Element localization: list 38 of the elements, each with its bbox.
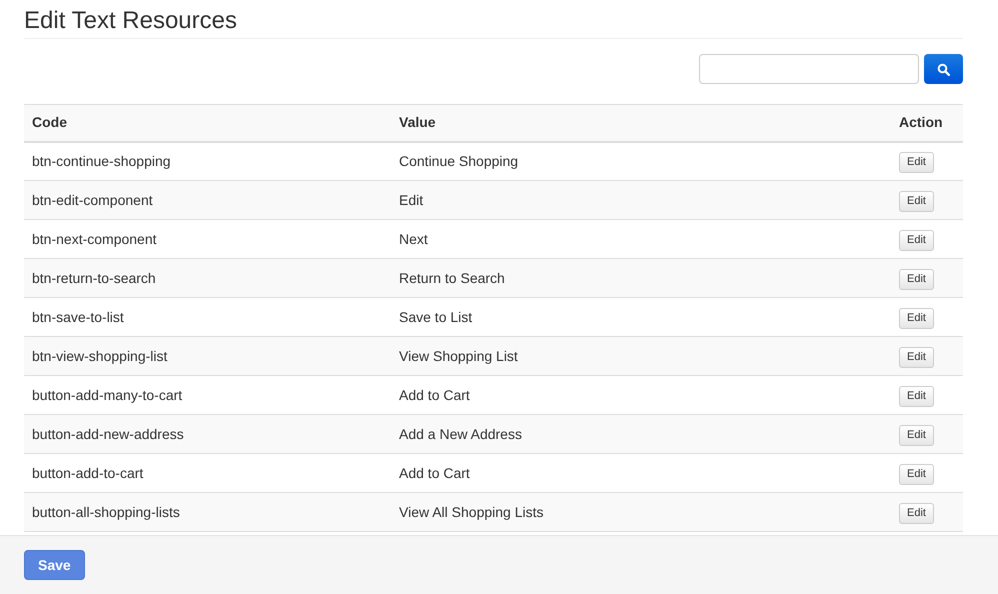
edit-button[interactable]: Edit: [899, 464, 934, 484]
edit-button[interactable]: Edit: [899, 502, 934, 524]
column-header: Code: [32, 114, 67, 130]
search-field[interactable]: [699, 54, 919, 84]
table-cell: Continue Shopping: [399, 152, 518, 169]
column-header: Action: [899, 114, 943, 130]
table-cell: Save to List: [399, 308, 472, 324]
table-cell: btn-view-shopping-list: [32, 348, 168, 364]
table-cell: btn-continue-shopping: [32, 152, 171, 169]
table-cell: Add a New Address: [399, 426, 522, 442]
edit-button[interactable]: Edit: [899, 230, 934, 250]
table-cell: btn-save-to-list: [32, 308, 124, 324]
table-cell: Next: [399, 230, 428, 246]
search-icon: [937, 62, 950, 76]
table-cell: button-add-new-address: [32, 426, 184, 442]
edit-button[interactable]: Edit: [899, 424, 934, 446]
table-cell: View All Shopping Lists: [399, 504, 544, 520]
table-cell: button-all-shopping-lists: [32, 504, 180, 520]
table-cell: Add to Cart: [399, 464, 470, 480]
table-cell: button-add-many-to-cart: [32, 386, 182, 402]
table-cell: Edit: [399, 192, 424, 208]
table-cell: button-add-to-cart: [32, 464, 144, 480]
edit-button[interactable]: Edit: [899, 308, 934, 328]
edit-button[interactable]: Edit: [899, 268, 934, 290]
table-cell: btn-edit-component: [32, 192, 153, 208]
page-title: Edit Text Resources: [24, 0, 963, 39]
edit-button[interactable]: Edit: [899, 190, 934, 212]
column-header: Value: [399, 114, 436, 130]
table-cell: Return to Search: [399, 270, 505, 286]
table-cell: btn-return-to-search: [32, 270, 156, 286]
table-cell: Add to Cart: [399, 386, 470, 402]
table-cell: btn-next-component: [32, 230, 157, 246]
table-cell: View Shopping List: [399, 348, 518, 364]
edit-button[interactable]: Edit: [899, 346, 934, 368]
edit-button[interactable]: Edit: [899, 152, 934, 173]
search-button[interactable]: [924, 54, 963, 84]
save-button[interactable]: Save: [24, 550, 85, 580]
edit-button[interactable]: Edit: [899, 386, 934, 406]
